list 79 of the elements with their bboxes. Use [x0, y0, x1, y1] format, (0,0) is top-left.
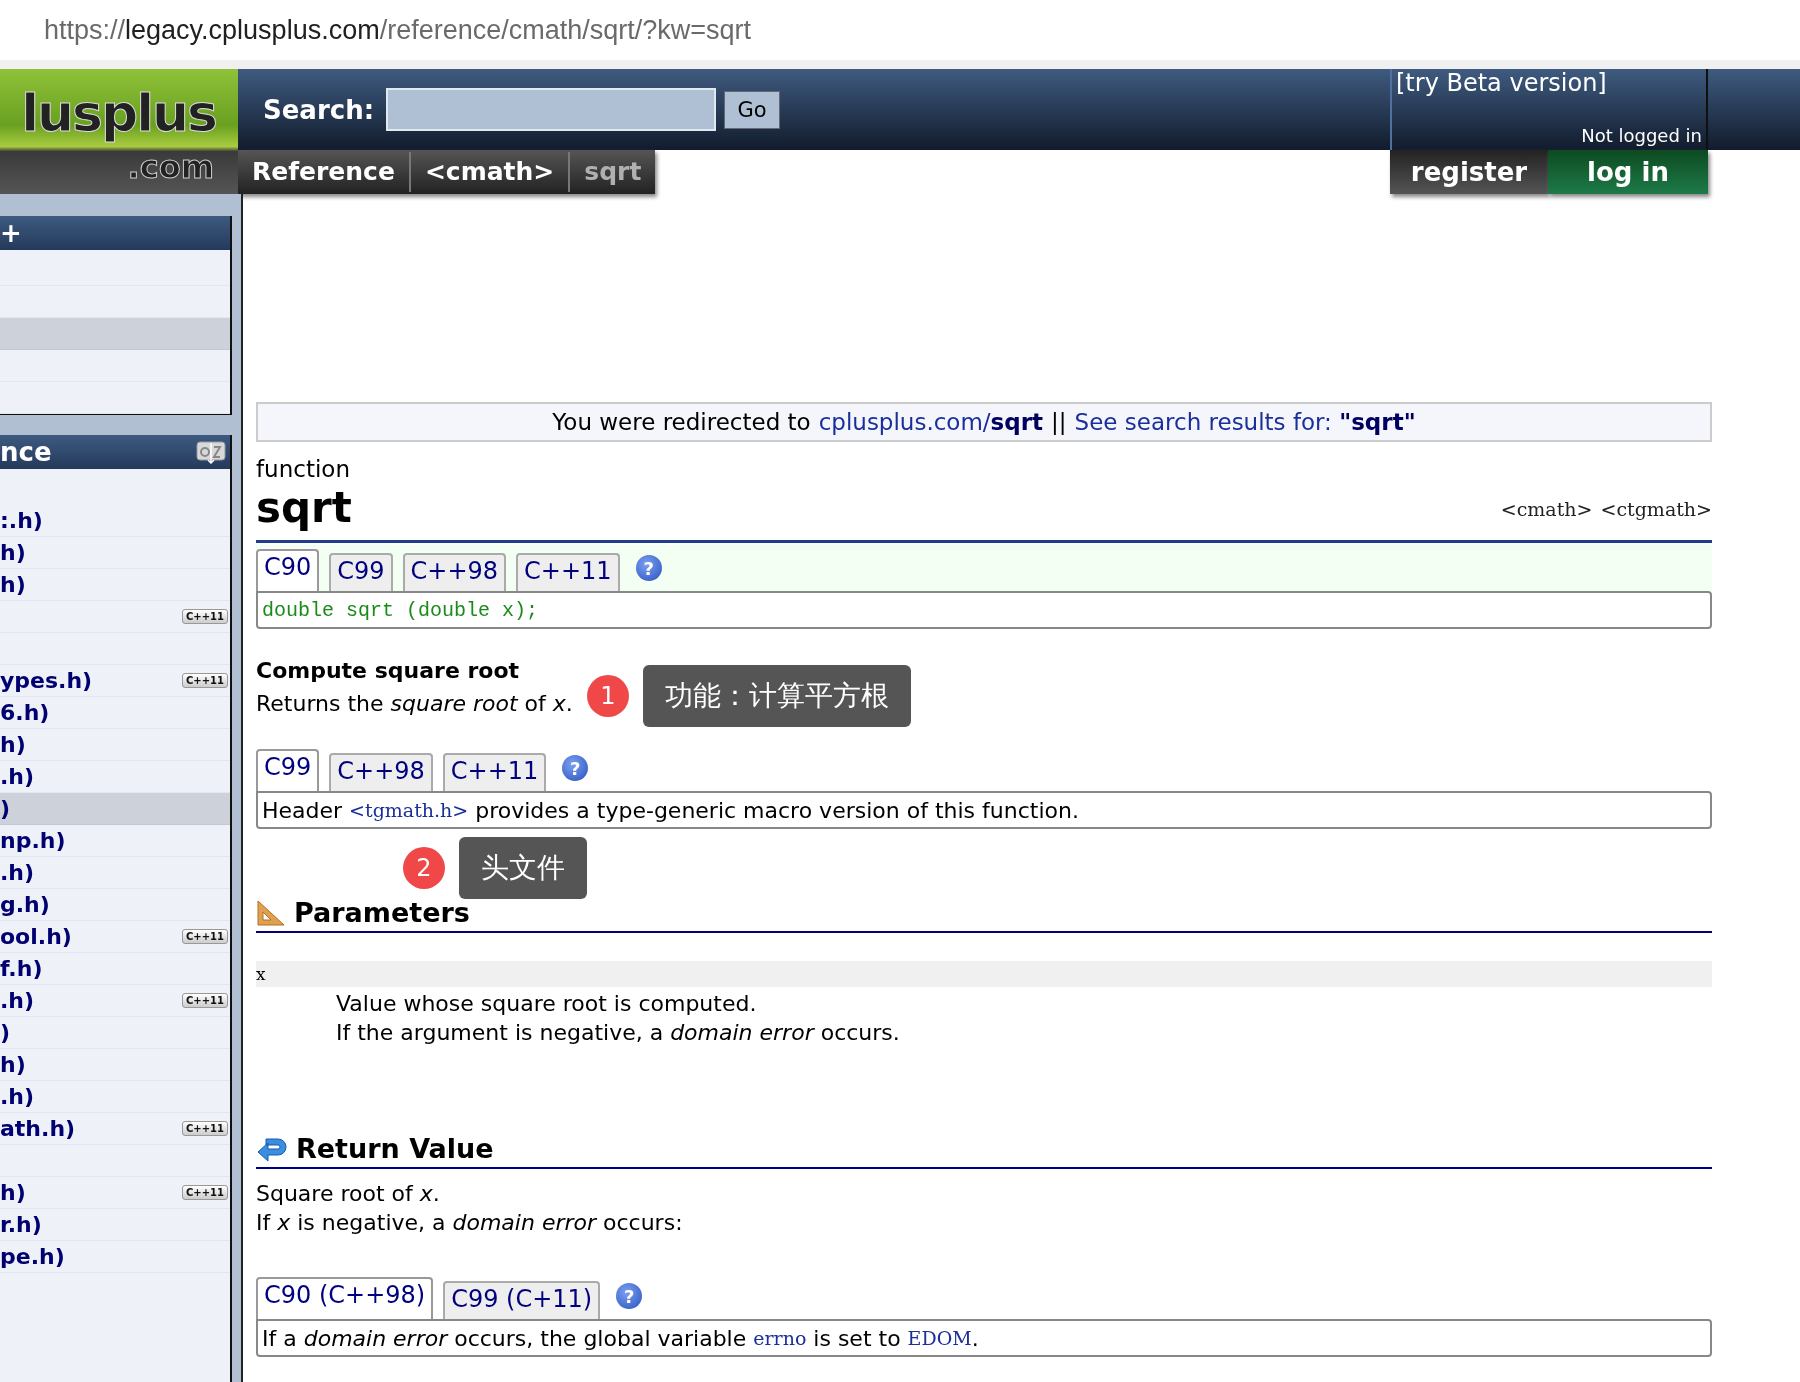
register-button[interactable]: register	[1390, 150, 1548, 194]
sidebar-panel-title: +	[0, 218, 22, 248]
site-logo[interactable]: lusplus .com	[0, 69, 238, 194]
sidebar-link[interactable]: g.h)	[0, 892, 50, 917]
version-tag: C++11	[182, 1185, 228, 1200]
annotation-number: 1	[586, 675, 629, 717]
sidebar-link[interactable]: .h)	[0, 1084, 35, 1109]
sidebar-link[interactable]: h)	[0, 1052, 26, 1077]
beta-link[interactable]: [try Beta version]	[1396, 69, 1607, 97]
parameter-description: If the argument is negative, a domain error occurs.	[336, 1019, 901, 1047]
sidebar-panel-title: nce	[0, 437, 52, 467]
search-results-link[interactable]: See search results for: "sqrt"	[1074, 409, 1416, 435]
parameter-name: x	[256, 961, 1712, 987]
version-tab[interactable]: C90	[256, 549, 320, 591]
sidebar-link[interactable]: r.h)	[0, 1212, 42, 1237]
search-field[interactable]	[386, 88, 717, 131]
sort-icon[interactable]	[196, 440, 226, 464]
prototype-code: double sqrt (double x);	[256, 591, 1712, 629]
sidebar-link[interactable]: ypes.h)	[0, 668, 93, 693]
sidebar-link[interactable]: f.h)	[0, 956, 43, 981]
version-tab[interactable]: C++11	[516, 553, 620, 591]
sidebar-link[interactable]: .h)	[0, 860, 35, 885]
breadcrumb-link[interactable]: sqrt	[570, 152, 656, 192]
ruler-icon	[256, 899, 286, 927]
annotation-label: 头文件	[459, 837, 587, 899]
return-description: Square root of x.	[256, 1180, 441, 1208]
sidebar-link[interactable]: h)	[0, 572, 26, 597]
annotation-label: 功能：计算平方根	[642, 665, 911, 727]
version-tab[interactable]: C++98	[402, 553, 507, 591]
header-link[interactable]: <ctgmath>	[1600, 498, 1712, 520]
section-heading: Parameters	[294, 896, 470, 930]
version-tag: C++11	[182, 609, 228, 624]
version-tab[interactable]: C90 (C++98)	[256, 1277, 434, 1319]
note-text: Header <tgmath.h> provides a type-generic macro version of this function.	[256, 791, 1712, 829]
sidebar-item[interactable]	[0, 318, 230, 350]
separator-text: ||	[1051, 409, 1067, 435]
version-tab[interactable]: C++11	[442, 753, 547, 791]
sidebar-link[interactable]: .h)	[0, 988, 35, 1013]
annotation-number: 2	[403, 847, 445, 889]
parameter-description: Value whose square root is computed.	[336, 990, 758, 1018]
login-button[interactable]: log in	[1548, 150, 1708, 194]
sidebar-link[interactable]: ath.h)	[0, 1116, 76, 1141]
version-tag: C++11	[182, 1121, 228, 1136]
note-text: If a domain error occurs, the global variable errno is set to EDOM.	[256, 1319, 1712, 1357]
description-text: Returns the square root of x.	[256, 691, 573, 716]
return-description: If x is negative, a domain error occurs:	[256, 1209, 684, 1237]
redirect-text: You were redirected to	[552, 409, 811, 435]
return-arrow-icon	[256, 1135, 288, 1163]
breadcrumb-link[interactable]: Reference	[238, 152, 411, 192]
sidebar-link[interactable]: )	[0, 1020, 11, 1045]
search-label: Search:	[263, 94, 375, 125]
section-heading: Return Value	[296, 1132, 494, 1166]
sidebar-link[interactable]: h)	[0, 1180, 26, 1205]
sidebar-link[interactable]: h)	[0, 540, 26, 565]
sidebar-link[interactable]: h)	[0, 732, 26, 757]
function-title: sqrt	[256, 482, 352, 534]
version-tag: C++11	[182, 673, 228, 688]
version-tag: C++11	[182, 929, 228, 944]
version-tab[interactable]: C99	[329, 553, 393, 591]
sidebar-link[interactable]: 6.h)	[0, 700, 50, 725]
entry-kind: function	[256, 456, 351, 482]
version-tab[interactable]: C99 (C+11)	[443, 1281, 601, 1319]
header-link[interactable]: <cmath>	[1500, 498, 1593, 520]
breadcrumb-link[interactable]: <cmath>	[410, 152, 571, 192]
summary-text: Compute square root	[256, 658, 521, 683]
version-tab[interactable]: C99	[256, 749, 320, 791]
sidebar-link[interactable]: )	[0, 796, 11, 821]
go-button[interactable]: Go	[724, 90, 781, 129]
version-tab[interactable]: C++98	[329, 753, 433, 791]
sidebar-item[interactable]: )	[0, 793, 230, 825]
sidebar-link[interactable]: np.h)	[0, 828, 66, 853]
login-status: Not logged in	[1581, 125, 1702, 146]
version-tag: C++11	[182, 993, 228, 1008]
sidebar-link[interactable]: :.h)	[0, 508, 43, 533]
sidebar-link[interactable]: ool.h)	[0, 924, 72, 949]
sidebar-link[interactable]: pe.h)	[0, 1244, 65, 1269]
redirect-link[interactable]: cplusplus.com/sqrt	[818, 409, 1044, 435]
sidebar-link[interactable]: .h)	[0, 764, 35, 789]
address-bar-url[interactable]: https://legacy.cplusplus.com/reference/cmath/sqrt/?kw=sqrt	[44, 14, 752, 46]
